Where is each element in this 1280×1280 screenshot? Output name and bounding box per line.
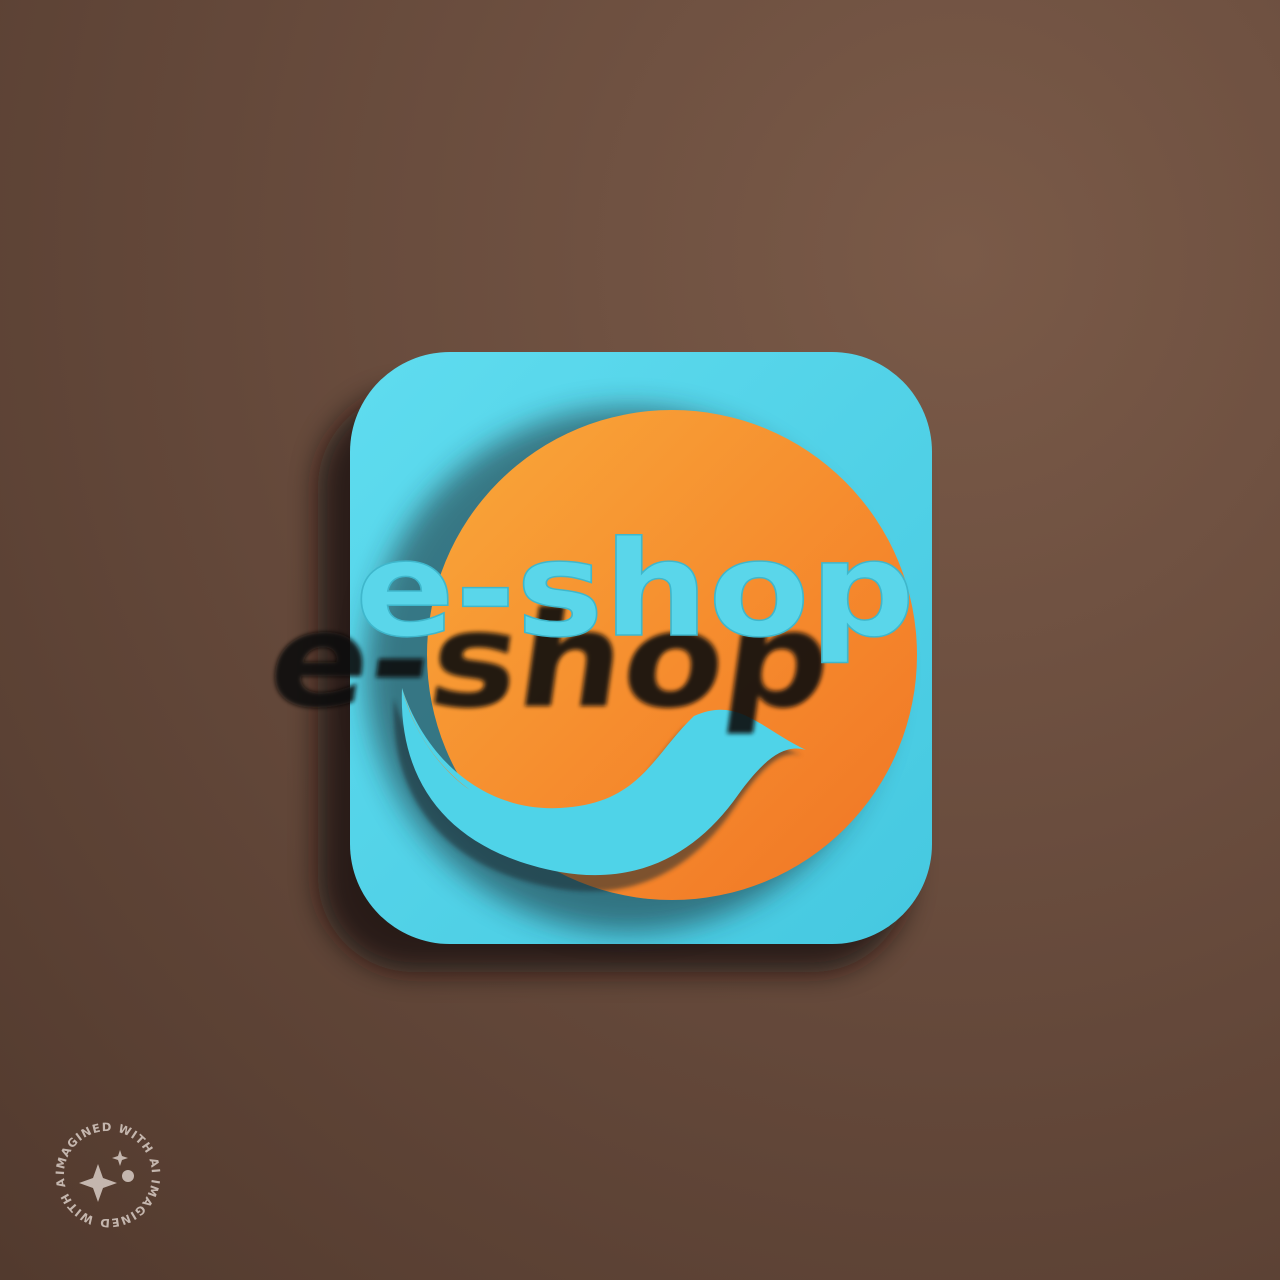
watermark-text: IMAGINED WITH AI IMAGINED WITH AI bbox=[0, 0, 162, 1230]
svg-text:IMAGINED WITH AI IMAGINED WITH: IMAGINED WITH AI IMAGINED WITH AI bbox=[0, 0, 163, 1230]
wordmark-text: e-shop bbox=[355, 513, 915, 667]
ai-watermark-badge: IMAGINED WITH AI IMAGINED WITH AI bbox=[0, 0, 163, 1230]
sparkle-icon bbox=[79, 1150, 134, 1202]
logo-scene: e-shop e-shop IMAGINED WITH AI IMAGINED … bbox=[0, 0, 932, 1230]
